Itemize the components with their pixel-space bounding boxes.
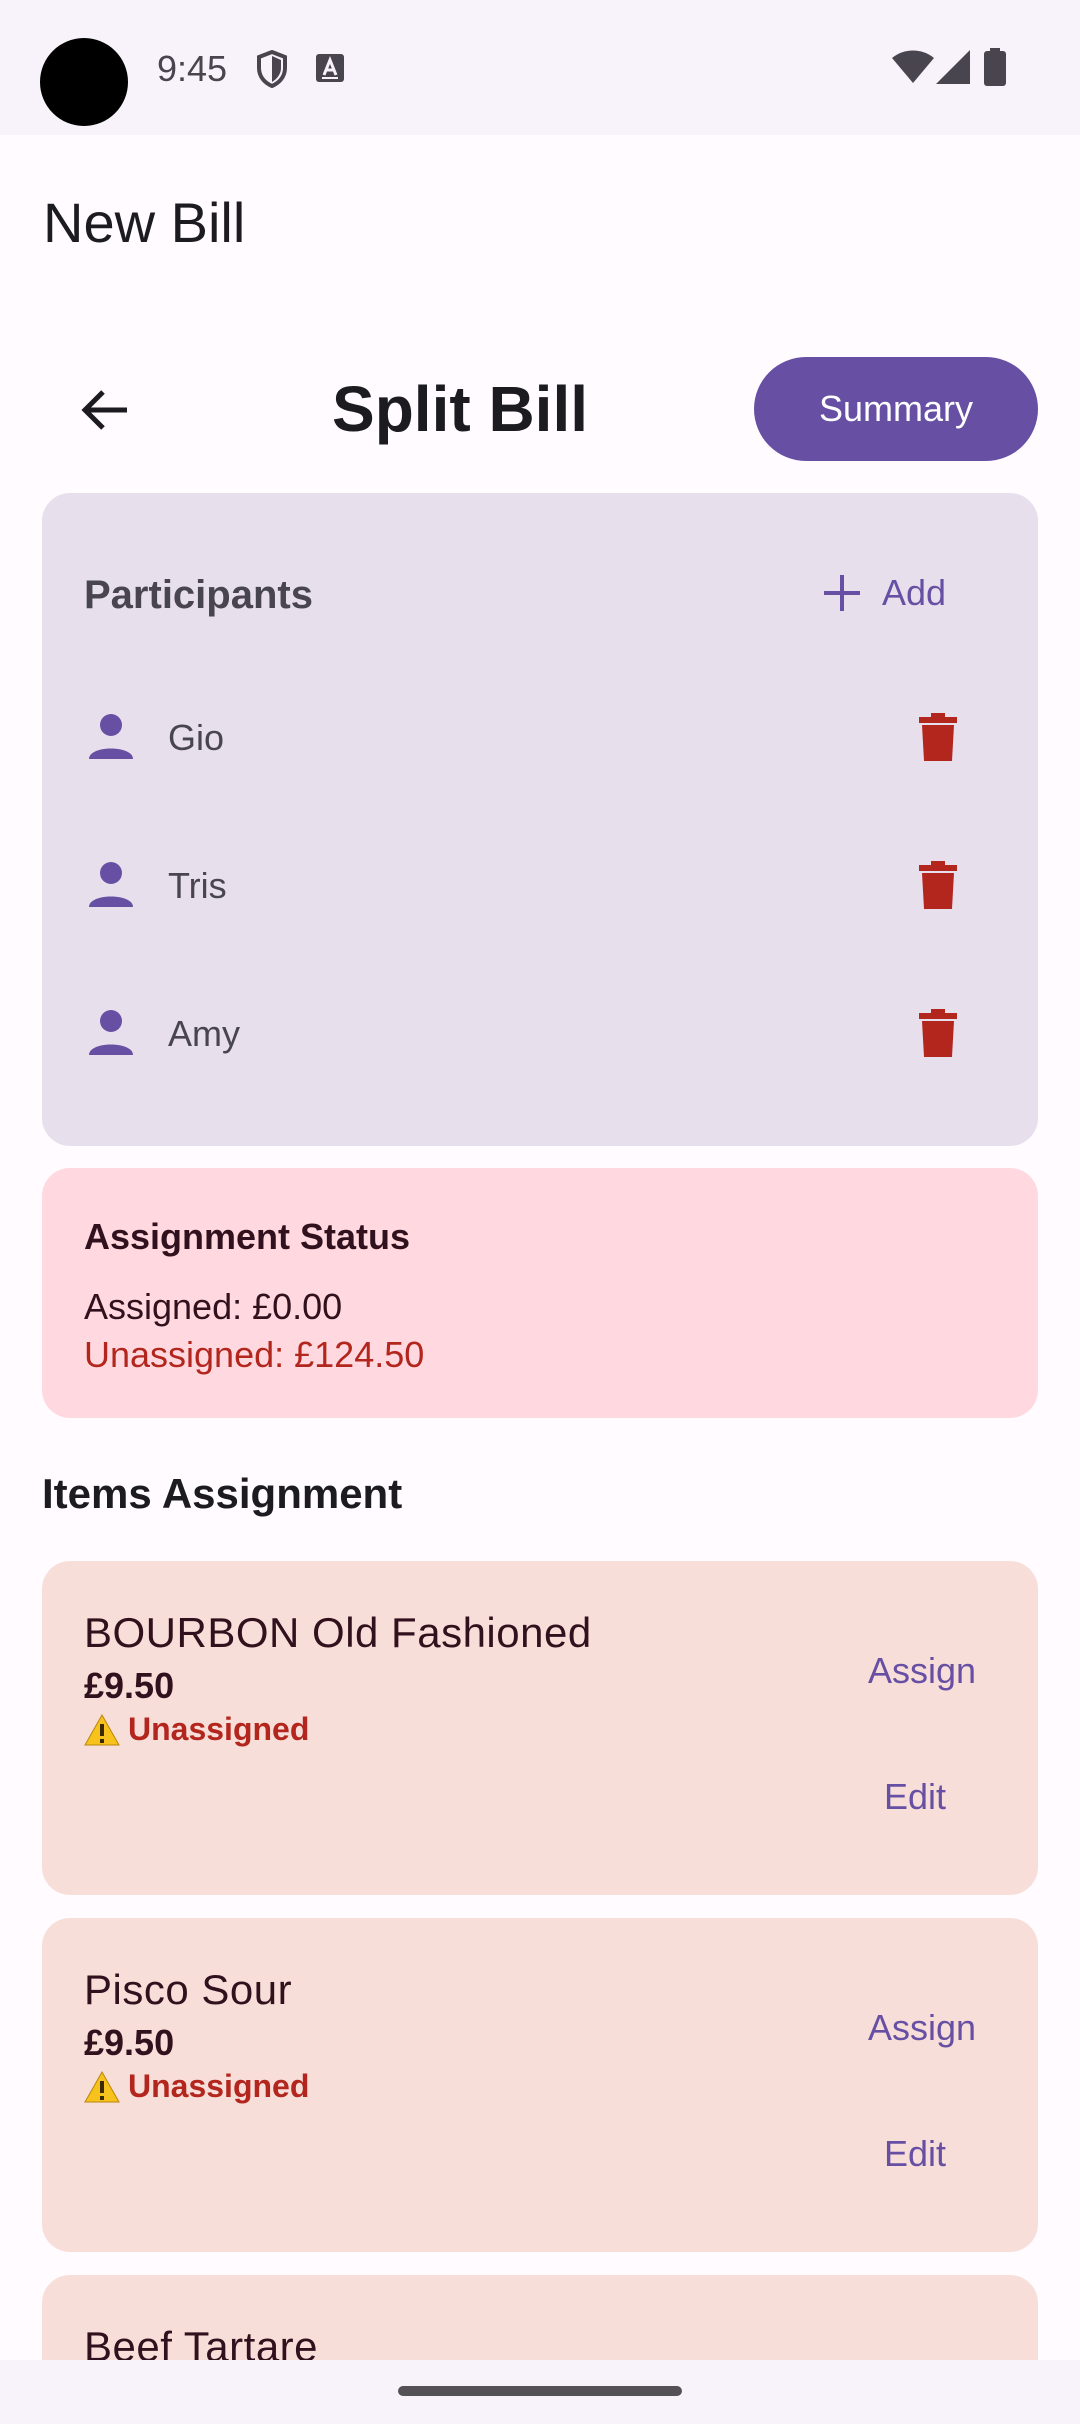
assignment-status-title: Assignment Status <box>84 1216 411 1257</box>
item-name: Beef Tartare <box>84 2323 319 2360</box>
participant-row: Gio <box>42 685 1038 785</box>
participant-row: Amy <box>42 981 1038 1081</box>
trash-icon <box>919 861 957 909</box>
screen-title: Split Bill <box>332 373 588 445</box>
participants-title: Participants <box>84 573 313 617</box>
unassigned-amount: Unassigned: £124.50 <box>84 1334 425 1375</box>
trash-icon <box>919 1009 957 1057</box>
item-name: Pisco Sour <box>84 1966 293 2013</box>
items-assignment-title: Items Assignment <box>42 1470 403 1517</box>
item-status: Unassigned <box>84 1711 309 1748</box>
assigned-amount: Assigned: £0.00 <box>84 1286 343 1327</box>
back-button[interactable] <box>60 370 150 450</box>
delete-participant-button[interactable] <box>902 849 974 921</box>
battery-icon <box>984 48 1006 86</box>
assign-button[interactable]: Assign <box>842 1996 1002 2060</box>
edit-button[interactable]: Edit <box>842 2122 988 2186</box>
item-card: BOURBON Old Fashioned £9.50 Unassigned A… <box>42 1561 1038 1895</box>
edit-button[interactable]: Edit <box>842 1765 988 1829</box>
participant-name: Amy <box>168 1013 240 1054</box>
split-bill-screen: 9:45 New Bill Split Bill Summary Partici… <box>0 0 1080 2424</box>
plus-icon <box>824 575 860 611</box>
item-status-label: Unassigned <box>128 2068 310 2104</box>
participant-row: Tris <box>42 833 1038 933</box>
item-price: £9.50 <box>84 1665 175 1706</box>
signal-icon <box>936 50 970 84</box>
delete-participant-button[interactable] <box>902 701 974 773</box>
assignment-status-card: Assignment Status Assigned: £0.00 Unassi… <box>42 1168 1038 1418</box>
shield-icon <box>257 50 287 88</box>
keyboard-a-icon <box>316 54 344 82</box>
item-price: £9.50 <box>84 2022 175 2063</box>
person-icon <box>89 1010 133 1055</box>
item-card: Pisco Sour £9.50 Unassigned Assign Edit <box>42 1918 1038 2252</box>
add-participant-button[interactable]: Add <box>822 555 946 631</box>
participant-name: Tris <box>168 865 227 906</box>
status-time: 9:45 <box>157 48 228 89</box>
item-name: BOURBON Old Fashioned <box>84 1609 592 1656</box>
item-status: Unassigned <box>84 2068 309 2105</box>
warning-icon <box>84 1713 120 1745</box>
participant-name: Gio <box>168 717 225 758</box>
item-card: Beef Tartare <box>42 2275 1038 2360</box>
camera-cutout <box>40 38 128 126</box>
status-bar: 9:45 <box>0 0 1080 135</box>
person-icon <box>89 862 133 907</box>
person-icon <box>89 714 133 759</box>
add-label: Add <box>882 572 947 613</box>
delete-participant-button[interactable] <box>902 997 974 1069</box>
arrow-back-icon <box>81 390 127 430</box>
summary-button[interactable]: Summary <box>754 357 1038 461</box>
wifi-icon <box>892 50 934 83</box>
participants-card: Participants Add Gio Tris Amy <box>42 493 1038 1146</box>
app-title: New Bill <box>43 191 246 254</box>
home-gesture-handle[interactable] <box>398 2386 682 2396</box>
assign-button[interactable]: Assign <box>842 1639 1002 1703</box>
warning-icon <box>84 2070 120 2102</box>
navigation-bar <box>0 2360 1080 2424</box>
item-status-label: Unassigned <box>128 1711 310 1747</box>
trash-icon <box>919 713 957 761</box>
